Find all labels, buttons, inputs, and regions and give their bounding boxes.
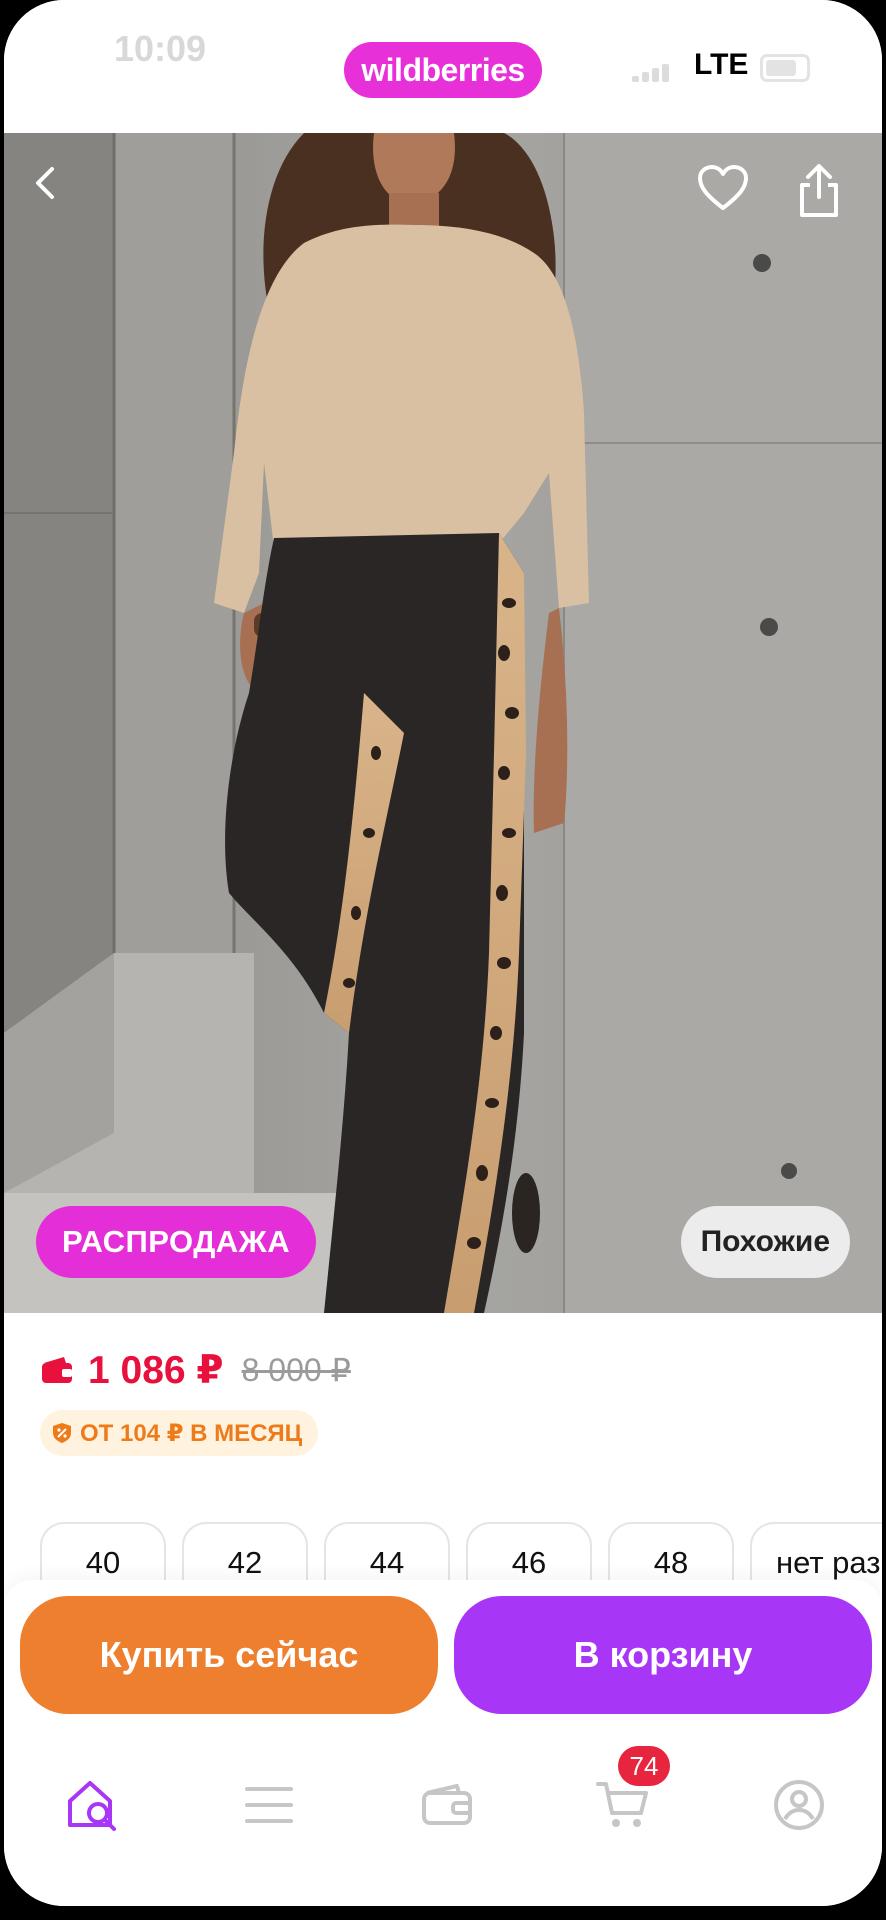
tab-wallet[interactable] xyxy=(412,1770,482,1840)
cart-icon xyxy=(596,1782,648,1827)
action-bar: Купить сейчас В корзину xyxy=(4,1580,882,1730)
catalog-icon xyxy=(245,1787,293,1823)
signal-icon xyxy=(632,62,672,82)
back-button[interactable] xyxy=(26,163,96,233)
add-to-cart-button[interactable]: В корзину xyxy=(454,1596,872,1714)
app-screen: 10:09 wildberries LTE РАСПРОДАЖА Похожие… xyxy=(4,0,882,1906)
tab-bar: 74 xyxy=(4,1730,882,1906)
product-photo-illustration xyxy=(4,133,882,1313)
status-bar: 10:09 wildberries LTE xyxy=(4,0,882,133)
favorite-button[interactable] xyxy=(696,163,766,233)
wallet-icon xyxy=(422,1784,472,1825)
wildberries-logo: wildberries xyxy=(344,42,542,98)
wallet-icon xyxy=(42,1357,72,1383)
discount-shield-icon xyxy=(53,1423,71,1443)
tab-catalog[interactable] xyxy=(234,1770,304,1840)
similar-button[interactable]: Похожие xyxy=(680,1206,850,1278)
tab-profile[interactable] xyxy=(764,1770,834,1840)
chevron-left-icon xyxy=(36,167,54,199)
heart-icon xyxy=(698,165,748,210)
home-search-icon xyxy=(68,1781,116,1831)
installment-badge[interactable]: ОТ 104 ₽ В МЕСЯЦ xyxy=(40,1410,319,1456)
buy-now-button[interactable]: Купить сейчас xyxy=(20,1596,438,1714)
cart-count-badge: 74 xyxy=(618,1746,670,1786)
sale-badge: РАСПРОДАЖА xyxy=(36,1206,317,1278)
network-label: LTE xyxy=(694,48,749,81)
tab-home[interactable] xyxy=(58,1770,128,1840)
price-old: 8 000 ₽ xyxy=(241,1352,351,1388)
status-time: 10:09 xyxy=(114,28,207,69)
profile-icon xyxy=(774,1780,824,1830)
product-photo[interactable]: РАСПРОДАЖА Похожие xyxy=(4,133,882,1313)
share-button[interactable] xyxy=(796,163,866,233)
device-frame: 10:09 wildberries LTE РАСПРОДАЖА Похожие… xyxy=(0,0,886,1920)
price-row: 1 086 ₽ 8 000 ₽ xyxy=(40,1345,351,1395)
installment-text: ОТ 104 ₽ В МЕСЯЦ xyxy=(80,1419,303,1447)
price-current: 1 086 ₽ xyxy=(88,1348,224,1392)
battery-icon xyxy=(760,54,810,82)
share-icon xyxy=(800,164,838,217)
